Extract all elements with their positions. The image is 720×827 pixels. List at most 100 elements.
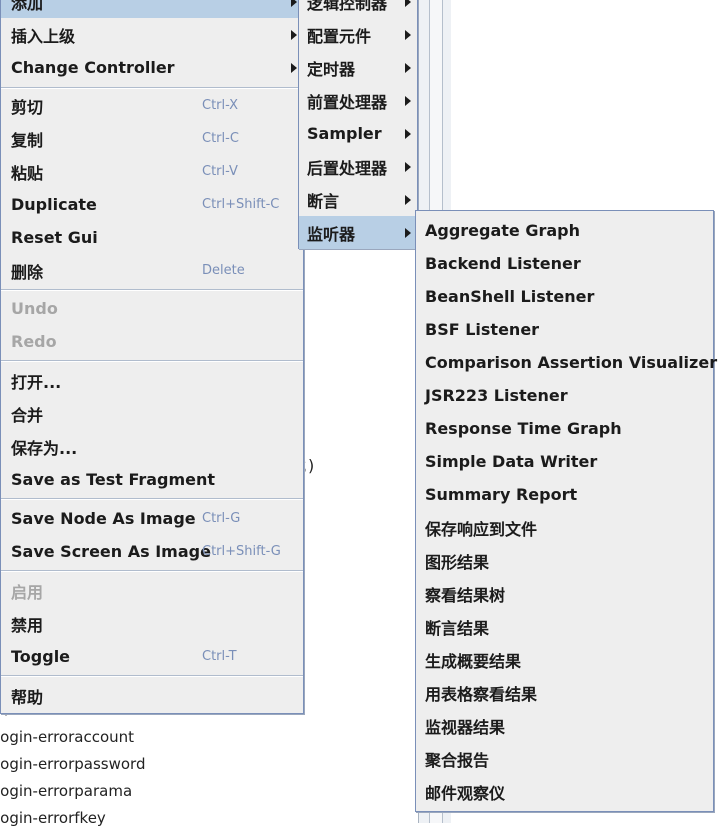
menu-item-redo: Redo — [1, 325, 303, 358]
listener-item[interactable]: 保存响应到文件 — [416, 511, 713, 544]
menu-item-shortcut: Ctrl-C — [202, 131, 239, 146]
submenu-item-sampler[interactable]: Sampler — [299, 117, 417, 150]
menu-item-add[interactable]: 添加 — [1, 0, 303, 18]
listener-item[interactable]: Summary Report — [416, 478, 713, 511]
menu-item-save-screen-as-image[interactable]: Save Screen As Image Ctrl+Shift-G — [1, 535, 303, 568]
submenu-arrow-icon — [405, 0, 411, 7]
menu-item-duplicate[interactable]: Duplicate Ctrl+Shift-C — [1, 188, 303, 221]
menu-item-paste[interactable]: 粘贴 Ctrl-V — [1, 155, 303, 188]
submenu-item-timer[interactable]: 定时器 — [299, 51, 417, 84]
submenu-arrow-icon — [405, 62, 411, 73]
submenu-item-assertion[interactable]: 断言 — [299, 183, 417, 216]
menu-item-label: 前置处理器 — [307, 92, 388, 112]
submenu-arrow-icon — [291, 62, 297, 73]
submenu-item-logic-controller[interactable]: 逻辑控制器 — [299, 0, 417, 18]
listener-item[interactable]: BeanShell Listener — [416, 280, 713, 313]
submenu-arrow-icon — [405, 95, 411, 106]
menu-item-shortcut: Ctrl+Shift-G — [202, 544, 281, 559]
menu-item-shortcut: Ctrl-G — [202, 511, 241, 526]
menu-item-insert-parent[interactable]: 插入上级 — [1, 18, 303, 51]
menu-item-label: 合并 — [11, 405, 44, 425]
tree-item-login-errorpassword[interactable]: login-errorpassword — [0, 755, 145, 773]
submenu-arrow-icon — [291, 0, 297, 7]
menu-item-label: Toggle — [11, 647, 71, 666]
tree-item-login-errorfkey[interactable]: login-errorfkey — [0, 809, 106, 827]
submenu-item-config-element[interactable]: 配置元件 — [299, 18, 417, 51]
listener-item[interactable]: Simple Data Writer — [416, 445, 713, 478]
menu-item-shortcut: Ctrl-T — [202, 649, 237, 664]
menu-item-shortcut: Delete — [202, 263, 245, 278]
menu-item-label: 后置处理器 — [307, 158, 388, 178]
menu-item-label: 删除 — [11, 262, 44, 282]
menu-item-label: 断言结果 — [425, 618, 490, 638]
listener-item[interactable]: 察看结果树 — [416, 577, 713, 610]
listener-item[interactable]: 图形结果 — [416, 544, 713, 577]
menu-item-merge[interactable]: 合并 — [1, 397, 303, 430]
menu-item-label: 帮助 — [11, 687, 44, 707]
menu-item-label: Sampler — [307, 124, 382, 143]
menu-item-save-as-test-fragment[interactable]: Save as Test Fragment — [1, 463, 303, 496]
menu-item-label: Backend Listener — [425, 254, 581, 273]
submenu-item-listener[interactable]: 监听器 — [299, 216, 417, 249]
menu-item-save-node-as-image[interactable]: Save Node As Image Ctrl-G — [1, 502, 303, 535]
menu-item-label: 剪切 — [11, 97, 44, 117]
listener-item[interactable]: Backend Listener — [416, 247, 713, 280]
listener-submenu: Aggregate Graph Backend Listener BeanShe… — [415, 210, 717, 812]
submenu-arrow-icon — [405, 128, 411, 139]
listener-item[interactable]: Comparison Assertion Visualizer — [416, 346, 717, 379]
listener-item[interactable]: BSF Listener — [416, 313, 713, 346]
menu-item-label: BSF Listener — [425, 320, 540, 339]
menu-item-reset-gui[interactable]: Reset Gui — [1, 221, 303, 254]
menu-item-label: Save Node As Image — [11, 509, 196, 528]
menu-item-label: 定时器 — [307, 59, 356, 79]
menu-item-label: 粘贴 — [11, 163, 44, 183]
menu-item-label: 生成概要结果 — [425, 651, 522, 671]
menu-item-toggle[interactable]: Toggle Ctrl-T — [1, 640, 303, 673]
listener-item[interactable]: 用表格察看结果 — [416, 676, 713, 709]
listener-item[interactable]: 断言结果 — [416, 610, 713, 643]
submenu-arrow-icon — [405, 227, 411, 238]
menu-item-label: Change Controller — [11, 58, 175, 77]
menu-item-change-controller[interactable]: Change Controller — [1, 51, 303, 84]
menu-item-enable: 启用 — [1, 574, 303, 607]
tree-item-login-errorparama[interactable]: login-errorparama — [0, 782, 132, 800]
menu-item-label: 邮件观察仪 — [425, 783, 506, 803]
listener-item[interactable]: JSR223 Listener — [416, 379, 713, 412]
menu-separator — [1, 675, 303, 677]
menu-item-cut[interactable]: 剪切 Ctrl-X — [1, 89, 303, 122]
menu-separator — [1, 498, 303, 500]
menu-item-help[interactable]: 帮助 — [1, 679, 303, 712]
menu-item-undo: Undo — [1, 292, 303, 325]
listener-item[interactable]: Response Time Graph — [416, 412, 713, 445]
listener-item[interactable]: 生成概要结果 — [416, 643, 713, 676]
menu-item-label: 打开... — [11, 372, 62, 392]
menu-item-label: Undo — [11, 299, 58, 318]
listener-item[interactable]: 聚合报告 — [416, 742, 713, 775]
menu-item-delete[interactable]: 删除 Delete — [1, 254, 303, 287]
submenu-item-pre-processor[interactable]: 前置处理器 — [299, 84, 417, 117]
listener-item[interactable]: 邮件观察仪 — [416, 775, 713, 808]
add-submenu: 逻辑控制器 配置元件 定时器 前置处理器 Sampler 后置处理器 断言 监听… — [298, 0, 418, 249]
listener-item[interactable]: 监视器结果 — [416, 709, 713, 742]
menu-item-label: 保存响应到文件 — [425, 519, 538, 539]
menu-item-label: 保存为... — [11, 438, 78, 458]
tree-item-login-erroraccount[interactable]: login-erroraccount — [0, 728, 134, 746]
submenu-item-post-processor[interactable]: 后置处理器 — [299, 150, 417, 183]
menu-item-label: Response Time Graph — [425, 419, 622, 438]
listener-item[interactable]: Aggregate Graph — [416, 214, 713, 247]
menu-item-label: Comparison Assertion Visualizer — [425, 353, 718, 372]
menu-item-label: 察看结果树 — [425, 585, 506, 605]
menu-separator — [1, 360, 303, 362]
menu-item-label: 禁用 — [11, 615, 44, 635]
submenu-arrow-icon — [291, 29, 297, 40]
menu-item-save-as[interactable]: 保存为... — [1, 430, 303, 463]
menu-item-disable[interactable]: 禁用 — [1, 607, 303, 640]
menu-item-label: Save Screen As Image — [11, 542, 211, 561]
menu-item-copy[interactable]: 复制 Ctrl-C — [1, 122, 303, 155]
menu-item-label: Redo — [11, 332, 57, 351]
menu-item-label: 监听器 — [307, 224, 356, 244]
menu-item-label: JSR223 Listener — [425, 386, 568, 405]
menu-item-open[interactable]: 打开... — [1, 364, 303, 397]
menu-item-label: 复制 — [11, 130, 44, 150]
submenu-arrow-icon — [405, 161, 411, 172]
